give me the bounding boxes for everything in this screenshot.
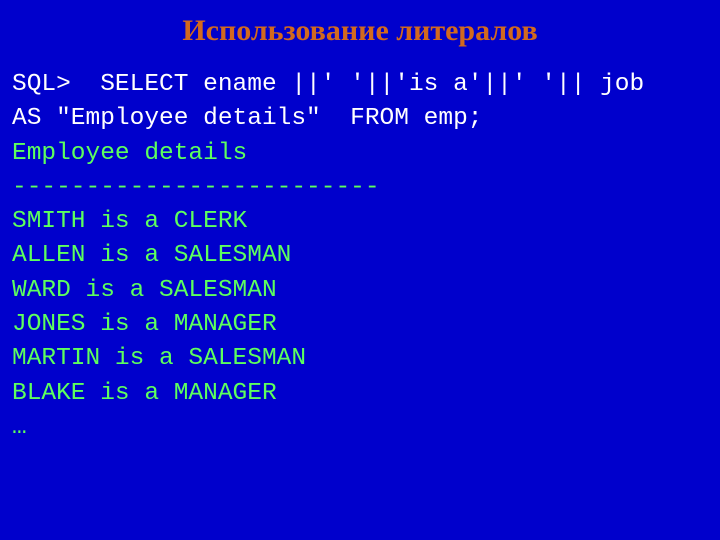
- output-ellipsis: …: [12, 414, 27, 441]
- slide-title: Использование литералов: [12, 14, 708, 48]
- output-row: WARD is a SALESMAN: [12, 277, 277, 304]
- sql-query: SQL> SELECT ename ||' '||'is a'||' '|| j…: [12, 71, 718, 132]
- code-block: SQL> SELECT ename ||' '||'is a'||' '|| j…: [12, 68, 708, 445]
- slide-container: Использование литералов SQL> SELECT enam…: [0, 0, 720, 540]
- output-separator: -------------------------: [12, 174, 380, 201]
- output-row: ALLEN is a SALESMAN: [12, 242, 291, 269]
- output-header: Employee details: [12, 140, 247, 167]
- output-row: BLAKE is a MANAGER: [12, 380, 277, 407]
- output-row: MARTIN is a SALESMAN: [12, 345, 306, 372]
- output-row: SMITH is a CLERK: [12, 208, 247, 235]
- output-row: JONES is a MANAGER: [12, 311, 277, 338]
